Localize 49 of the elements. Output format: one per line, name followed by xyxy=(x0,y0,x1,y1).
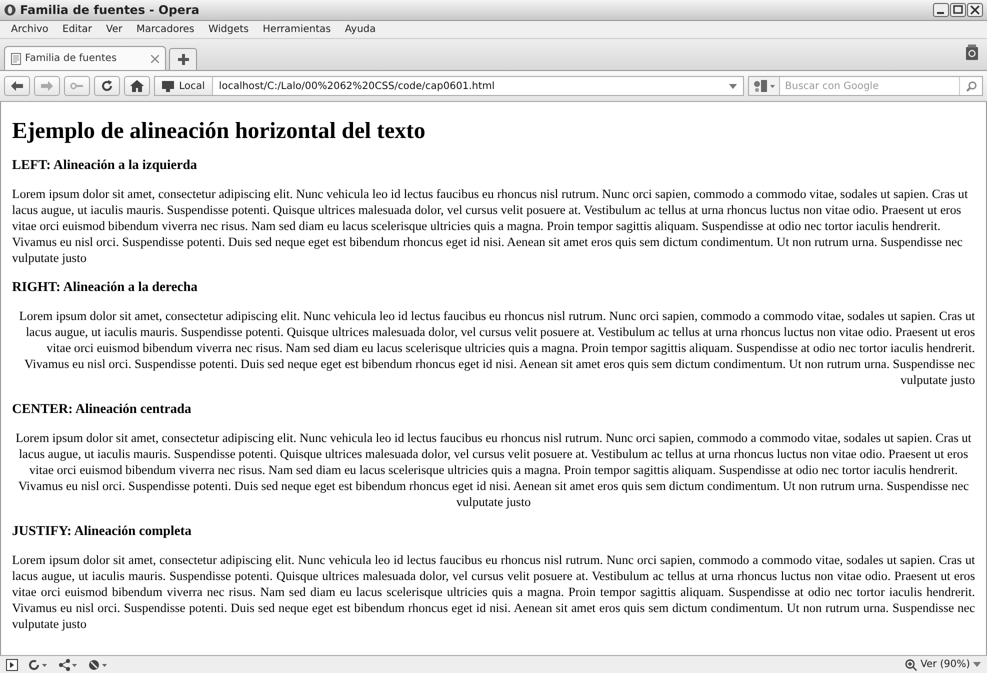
dropdown-caret-icon[interactable] xyxy=(729,84,737,88)
caret-icon xyxy=(973,662,981,667)
back-button[interactable] xyxy=(4,76,30,96)
address-field[interactable]: localhost/C:/Lalo/00%2062%20CSS/code/cap0601.html xyxy=(212,80,729,92)
menu-item[interactable]: Herramientas xyxy=(256,24,338,35)
arrow-right-icon xyxy=(40,80,54,92)
zoom-icon xyxy=(905,658,918,670)
close-icon[interactable] xyxy=(967,3,983,17)
block-icon[interactable] xyxy=(88,658,108,670)
sync-icon[interactable] xyxy=(28,658,48,670)
section-heading: CENTER: Alineación centrada xyxy=(12,401,192,417)
search-box[interactable]: Buscar con Google xyxy=(748,76,983,96)
menu-item[interactable]: Ayuda xyxy=(338,24,383,35)
section-heading: LEFT: Alineación a la izquierda xyxy=(12,157,198,173)
panel-toggle-icon[interactable] xyxy=(6,658,18,670)
paragraph: Lorem ipsum dolor sit amet, consectetur adipiscing elit. Nunc vehicula leo id lectus faucibus eu rhoncus nisl rutrum. Nunc orci sapien, commodo a commodo vitae, sodales ut sapien. Cras ut lacus augue, ut iaculis mauris. Suspendisse potenti. Quisque ultrices malesuada dolor, vel cursus velit posuere at. Vestibulum ac tellus at urna rhoncus luctus non vitae odio. Praesent ut eros vitae orci euismod bibendum viverra nec risus. Nam sed diam eu lacus scelerisque ultricies quis a magna. Proin tempor sagittis aliquam. Suspendisse at odio nec tortor iaculis hendrerit. Vivamus eu nisl orci. Suspendisse potenti. Duis sed neque eget est bibendum rhoncus eget id nisi. Aenean sit amet eros quis sem dictum condimentum. Ut non rutrum urna. Suspendisse nec vulputate justo xyxy=(12,552,975,632)
browser-tab[interactable]: Familia de fuentes xyxy=(4,46,166,70)
menu-item[interactable]: Widgets xyxy=(201,24,256,35)
plus-icon xyxy=(178,54,188,65)
search-engine-icon[interactable] xyxy=(752,79,776,93)
site-badge[interactable]: Local xyxy=(155,77,213,95)
paragraph: Lorem ipsum dolor sit amet, consectetur adipiscing elit. Nunc vehicula leo id lectus faucibus eu rhoncus nisl rutrum. Nunc orci sapien, commodo a commodo vitae, sodales ut sapien. Cras ut lacus augue, ut iaculis mauris. Suspendisse potenti. Quisque ultrices malesuada dolor, vel cursus velit posuere at. Vestibulum ac tellus at urna rhoncus luctus non vitae odio. Praesent ut eros vitae orci euismod bibendum viverra nec risus. Nam sed diam eu lacus scelerisque ultricies quis a magna. Proin tempor sagittis aliquam. Suspendisse at odio nec tortor iaculis hendrerit. Vivamus eu nisl orci. Suspendisse potenti. Duis sed neque eget est bibendum rhoncus eget id nisi. Aenean sit amet eros quis sem dictum condimentum. Ut non rutrum urna. Suspendisse nec vulputate justo xyxy=(12,186,969,266)
home-icon xyxy=(130,80,144,92)
section-heading: RIGHT: Alineación a la derecha xyxy=(12,279,198,295)
reload-button[interactable] xyxy=(94,76,120,96)
browser-logo-icon xyxy=(4,4,16,16)
menu-item[interactable]: Archivo xyxy=(4,24,56,35)
zoom-button[interactable]: Ver (90%) xyxy=(905,658,981,670)
paragraph: Lorem ipsum dolor sit amet, consectetur adipiscing elit. Nunc vehicula leo id lectus faucibus eu rhoncus nisl rutrum. Nunc orci sapien, commodo a commodo vitae, sodales ut sapien. Cras ut lacus augue, ut iaculis mauris. Suspendisse potenti. Quisque ultrices malesuada dolor, vel cursus velit posuere at. Vestibulum ac tellus at urna rhoncus luctus non vitae odio. Praesent ut eros vitae orci euismod bibendum viverra nec risus. Nam sed diam eu lacus scelerisque ultricies quis a magna. Proin tempor sagittis aliquam. Suspendisse at odio nec tortor iaculis hendrerit. Vivamus eu nisl orci. Suspendisse potenti. Duis sed neque eget est bibendum rhoncus eget id nisi. Aenean sit amet eros quis sem dictum condimentum. Ut non rutrum urna. Suspendisse nec vulputate justo xyxy=(18,308,975,388)
maximize-icon[interactable] xyxy=(950,3,966,17)
close-tab-icon[interactable] xyxy=(151,54,159,62)
paragraph: Lorem ipsum dolor sit amet, consectetur adipiscing elit. Nunc vehicula leo id lectus faucibus eu rhoncus nisl rutrum. Nunc orci sapien, commodo a commodo vitae, sodales ut sapien. Cras ut lacus augue, ut iaculis mauris. Suspendisse potenti. Quisque ultrices malesuada dolor, vel cursus velit posuere at. Vestibulum ac tellus at urna rhoncus luctus non vitae odio. Praesent ut eros vitae orci euismod bibendum viverra nec risus. Nam sed diam eu lacus scelerisque ultricies quis a magna. Proin tempor sagittis aliquam. Suspendisse at odio nec tortor iaculis hendrerit. Vivamus eu nisl orci. Suspendisse potenti. Duis sed neque eget est bibendum rhoncus eget id nisi. Aenean sit amet eros quis sem dictum condimentum. Ut non rutrum urna. Suspendisse nec vulputate justo xyxy=(14,430,972,510)
minimize-icon[interactable] xyxy=(933,3,949,17)
section-heading: JUSTIFY: Alineación completa xyxy=(12,523,193,539)
arrow-left-icon xyxy=(10,80,24,92)
home-button[interactable] xyxy=(124,76,150,96)
menu-item[interactable]: Editar xyxy=(55,24,99,35)
menu-item[interactable]: Ver xyxy=(99,24,130,35)
monitor-icon xyxy=(162,80,174,92)
key-icon xyxy=(70,80,84,92)
share-icon[interactable] xyxy=(58,658,78,670)
page-heading: Ejemplo de alineación horizontal del texto xyxy=(12,118,426,144)
search-icon[interactable] xyxy=(966,80,976,92)
menu-item[interactable]: Marcadores xyxy=(129,24,202,35)
reload-icon xyxy=(100,80,114,92)
trash-icon[interactable] xyxy=(965,44,979,61)
new-tab-button[interactable] xyxy=(169,48,197,70)
page-icon xyxy=(11,52,21,64)
window-title: Familia de fuentes - Opera xyxy=(20,3,200,17)
